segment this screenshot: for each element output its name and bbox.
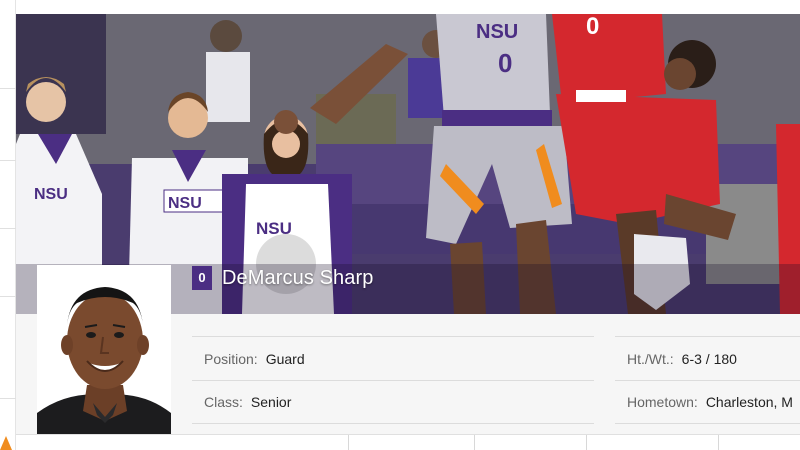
corner-accent-icon [0,436,12,450]
height-weight-label: Ht./Wt.: [627,350,674,367]
player-jersey-text: NSU [476,21,518,43]
rail-divider [0,296,16,297]
cheer-jersey-text: NSU [168,195,202,212]
player-name: DeMarcus Sharp [222,267,374,289]
column-separator [586,435,587,450]
opponent-jersey-number: 0 [586,14,599,40]
height-weight-value: 6-3 / 180 [681,350,737,367]
class-row: Class: Senior [192,380,594,424]
position-value: Guard [265,350,305,367]
class-label: Class: [204,394,243,410]
left-rail [0,0,16,450]
position-label: Position: [204,350,258,367]
jersey-number-badge: 0 [192,266,212,290]
player-headshot [37,265,171,434]
rail-divider [0,228,16,229]
headshot-illustration [37,265,171,434]
column-separator [718,435,719,450]
class-value: Senior [250,394,292,410]
rail-divider [0,88,16,89]
column-separator [348,435,349,450]
column-separator [474,435,475,450]
bottom-table-strip [16,434,800,450]
position-row: Position: Guard [192,336,594,380]
hometown-row: Hometown: Charleston, M [615,380,800,424]
player-jersey-number: 0 [498,48,512,78]
rail-divider [0,160,16,161]
rail-divider [0,398,16,399]
height-weight-row: Ht./Wt.: 6-3 / 180 [615,336,800,380]
hometown-label: Hometown: [627,394,698,410]
hometown-value: Charleston, M [705,394,793,410]
cheer-jersey-text: NSU [34,186,68,203]
